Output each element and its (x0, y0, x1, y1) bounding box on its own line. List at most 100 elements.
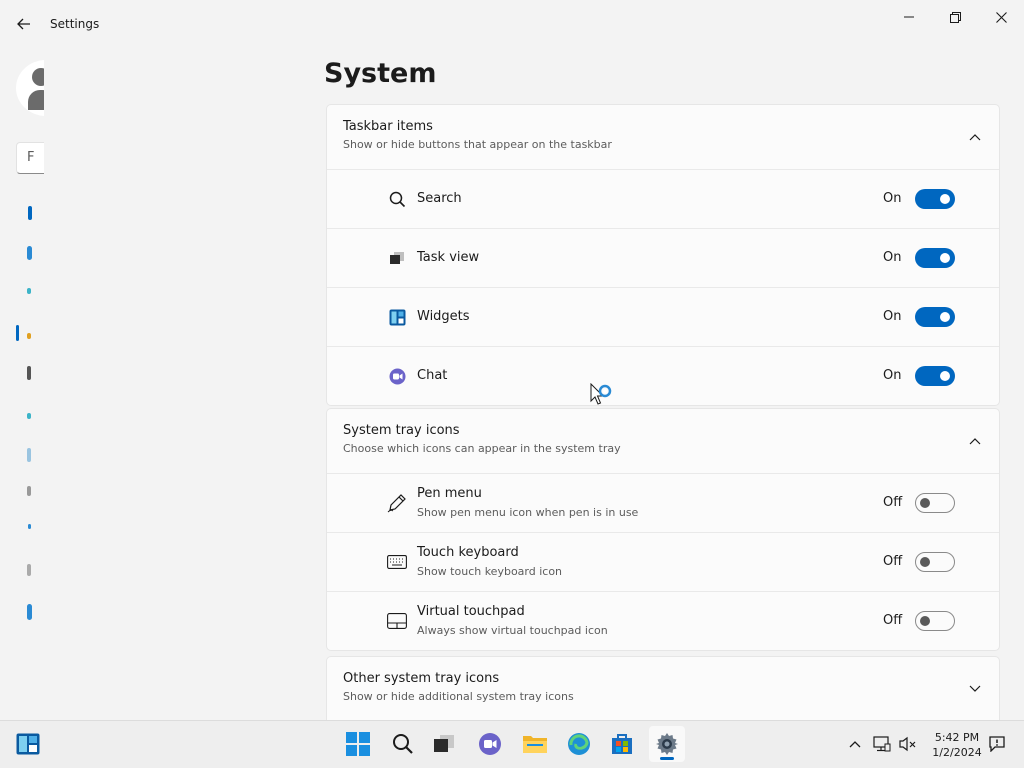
sidebar: F (0, 48, 44, 720)
setting-label: Chat (417, 368, 448, 383)
toggle-state-text: Off (883, 554, 903, 569)
taskbar-items-header[interactable]: Taskbar items Show or hide buttons that … (327, 105, 999, 169)
close-button[interactable] (978, 6, 1024, 28)
chat-icon (479, 733, 501, 755)
section-subtitle: Show or hide buttons that appear on the … (343, 138, 612, 151)
clock-time: 5:42 PM (934, 731, 980, 744)
setting-label: Task view (417, 250, 480, 265)
setting-description: Show pen menu icon when pen is in use (417, 506, 639, 519)
search-toggle[interactable] (915, 189, 955, 209)
setting-row-pen-menu: Pen menu Show pen menu icon when pen is … (327, 473, 999, 532)
volume-muted-icon (899, 736, 916, 752)
settings-content[interactable]: Taskbar items Show or hide buttons that … (326, 104, 1000, 720)
chevron-up-icon (969, 438, 981, 445)
other-tray-icons-header[interactable]: Other system tray icons Show or hide add… (327, 657, 999, 720)
show-hidden-icons-button[interactable] (846, 735, 864, 753)
toggle-state-text: Off (883, 613, 903, 628)
keyboard-icon (387, 552, 407, 572)
other-tray-icons-card: Other system tray icons Show or hide add… (326, 656, 1000, 720)
chat-toggle[interactable] (915, 366, 955, 386)
sidebar-item-accessibility-icon[interactable] (28, 524, 31, 529)
task-view-taskbar-button[interactable] (426, 726, 462, 762)
section-title: System tray icons (343, 423, 460, 438)
sidebar-item-network-icon[interactable] (27, 288, 31, 294)
setting-row-virtual-touchpad: Virtual touchpad Always show virtual tou… (327, 591, 999, 650)
pen-menu-toggle[interactable] (915, 493, 955, 513)
toggle-state-text: On (883, 368, 902, 383)
sidebar-item-update-icon[interactable] (27, 604, 32, 620)
toggle-knob (940, 253, 950, 263)
toggle-state-text: On (883, 309, 902, 324)
chevron-down-icon (969, 685, 981, 692)
chevron-up-icon (849, 741, 861, 748)
mouse-cursor-icon (590, 383, 612, 405)
edge-browser-button[interactable] (561, 726, 597, 762)
collapse-button[interactable] (965, 127, 985, 147)
system-tray-icons-card: System tray icons Choose which icons can… (326, 408, 1000, 651)
collapse-button[interactable] (965, 431, 985, 451)
close-icon (995, 11, 1007, 23)
expand-button[interactable] (965, 679, 985, 699)
sidebar-item-accounts-icon[interactable] (27, 413, 31, 419)
sidebar-active-indicator (16, 325, 19, 341)
network-icon (873, 736, 891, 752)
user-avatar[interactable] (16, 60, 44, 116)
widgets-icon (387, 307, 407, 327)
setting-description: Show touch keyboard icon (417, 565, 563, 578)
sidebar-item-time-icon[interactable] (27, 448, 31, 462)
back-button[interactable] (10, 12, 38, 36)
search-taskbar-button[interactable] (385, 726, 421, 762)
setting-row-search: Search On (327, 169, 999, 228)
search-icon (387, 189, 407, 209)
restore-icon (949, 11, 961, 23)
toggle-knob (940, 194, 950, 204)
sidebar-item-bluetooth-icon[interactable] (27, 246, 32, 260)
minimize-button[interactable] (886, 6, 932, 28)
file-explorer-button[interactable] (517, 726, 553, 762)
setting-label: Virtual touchpad (417, 604, 525, 619)
sidebar-item-personalization-icon[interactable] (27, 333, 31, 339)
sidebar-item-system-icon[interactable] (28, 206, 32, 220)
search-icon (393, 734, 413, 754)
settings-search-input[interactable]: F (16, 142, 44, 174)
toggle-state-text: On (883, 191, 902, 206)
task-view-icon (387, 248, 407, 268)
widgets-toggle[interactable] (915, 307, 955, 327)
maximize-button[interactable] (932, 6, 978, 28)
windows-logo-icon (346, 732, 370, 756)
sidebar-item-privacy-icon[interactable] (27, 564, 31, 576)
pen-icon (387, 493, 407, 513)
start-button[interactable] (340, 726, 376, 762)
setting-description: Always show virtual touchpad icon (417, 624, 608, 637)
setting-row-touch-keyboard: Touch keyboard Show touch keyboard icon … (327, 532, 999, 591)
task-view-icon (434, 735, 454, 752)
section-subtitle: Show or hide additional system tray icon… (343, 690, 574, 703)
virtual-touchpad-toggle[interactable] (915, 611, 955, 631)
section-subtitle: Choose which icons can appear in the sys… (343, 442, 621, 455)
chat-taskbar-button[interactable] (472, 726, 508, 762)
edge-icon (568, 733, 590, 755)
volume-tray-icon[interactable] (899, 735, 917, 753)
toggle-knob (920, 557, 930, 567)
minimize-icon (904, 16, 914, 18)
taskbar-clock[interactable]: 5:42 PM 1/2/2024 (928, 730, 986, 760)
microsoft-store-button[interactable] (604, 726, 640, 762)
network-tray-icon[interactable] (873, 735, 891, 753)
task-view-toggle[interactable] (915, 248, 955, 268)
toggle-knob (940, 312, 950, 322)
notifications-button[interactable] (988, 735, 1006, 753)
sidebar-item-gaming-icon[interactable] (27, 486, 31, 496)
toggle-state-text: On (883, 250, 902, 265)
avatar-body (28, 90, 44, 110)
active-app-indicator (660, 757, 674, 760)
sidebar-item-apps-icon[interactable] (27, 366, 31, 380)
toggle-knob (920, 616, 930, 626)
widgets-taskbar-button[interactable] (10, 726, 46, 762)
touch-keyboard-toggle[interactable] (915, 552, 955, 572)
page-title: System (324, 58, 437, 89)
system-tray-icons-header[interactable]: System tray icons Choose which icons can… (327, 409, 999, 473)
store-icon (612, 734, 632, 754)
touchpad-icon (387, 611, 407, 631)
setting-row-widgets: Widgets On (327, 287, 999, 346)
setting-label: Pen menu (417, 486, 482, 501)
